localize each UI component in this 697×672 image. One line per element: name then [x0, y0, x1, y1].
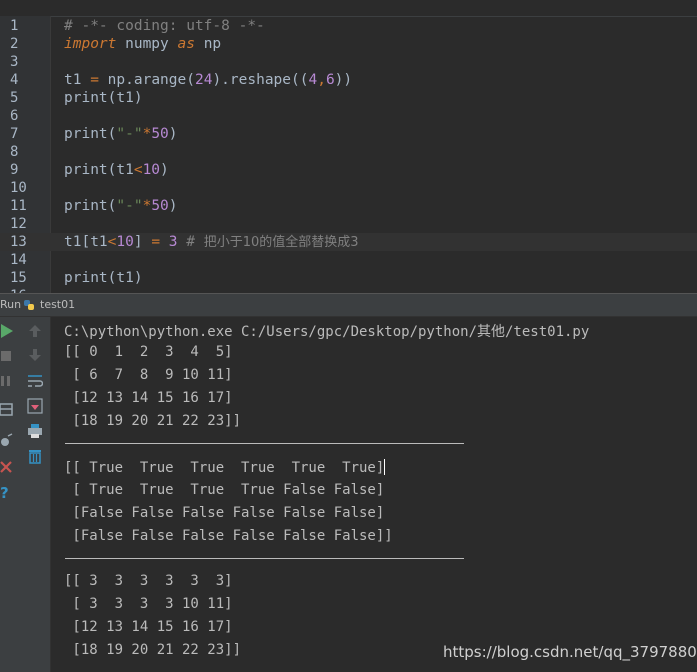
console-output-line: [18 19 20 21 22 23]] [64, 642, 242, 658]
up-arrow-icon[interactable] [27, 323, 43, 339]
code-line[interactable]: 4 t1 = np.arange(24).reshape((4,6)) [0, 71, 697, 89]
console-output-line: [ 6 7 8 9 10 11] [64, 367, 233, 383]
console-output-line: [18 19 20 21 22 23]] [64, 413, 242, 429]
scroll-end-icon[interactable] [27, 398, 43, 414]
code-text: # -*- coding: utf-8 -*- [64, 18, 265, 34]
python-icon [24, 300, 34, 310]
line-number: 8 [10, 144, 19, 160]
editor-header [0, 0, 697, 17]
line-number: 12 [10, 216, 27, 232]
code-line[interactable]: 14 [0, 251, 697, 269]
code-line[interactable]: 8 [0, 143, 697, 161]
code-text: print(t1) [64, 90, 143, 106]
code-text: print("-"*50) [64, 126, 178, 142]
code-text: print(t1<10) [64, 162, 169, 178]
line-number: 14 [10, 252, 27, 268]
line-number: 6 [10, 108, 19, 124]
code-line[interactable]: 2 import numpy as np [0, 35, 697, 53]
line-number: 10 [10, 180, 27, 196]
debug-icon[interactable] [0, 433, 16, 449]
pause-icon[interactable] [0, 373, 16, 389]
soft-wrap-icon[interactable] [27, 373, 43, 389]
stop-icon[interactable] [0, 348, 16, 364]
run-toolbar-primary: ? [0, 317, 20, 672]
console-output-line: [ True True True True False False] [64, 482, 385, 498]
close-icon[interactable] [0, 460, 16, 476]
console-output-line: [[ 3 3 3 3 3 3] [64, 573, 233, 589]
line-number: 7 [10, 126, 19, 142]
console-output-line: [False False False False False False] [64, 505, 385, 521]
run-console-output[interactable]: C:\python\python.exe C:/Users/gpc/Deskto… [51, 317, 697, 672]
code-line[interactable]: 11 print("-"*50) [0, 197, 697, 215]
line-number: 13 [10, 234, 27, 250]
run-toolbar-secondary [20, 317, 51, 672]
help-icon[interactable]: ? [0, 484, 16, 500]
console-output-line: [False False False False False False]] [64, 528, 393, 544]
line-number: 4 [10, 72, 19, 88]
code-line[interactable]: 12 [0, 215, 697, 233]
console-command-line: C:\python\python.exe C:/Users/gpc/Deskto… [64, 324, 590, 340]
svg-text:?: ? [0, 484, 9, 500]
console-output-line: [12 13 14 15 16 17] [64, 619, 233, 635]
line-number: 15 [10, 270, 27, 286]
code-line[interactable]: 13 t1[t1<10] = 3 # 把小于10的值全部替换成3 [0, 233, 697, 251]
watermark: https://blog.csdn.net/qq_37978800 [443, 643, 697, 661]
code-line[interactable]: 1 # -*- coding: utf-8 -*- [0, 17, 697, 35]
run-tab-test01[interactable]: test01 [40, 298, 75, 311]
console-output-line: [ 3 3 3 3 10 11] [64, 596, 233, 612]
code-editor[interactable]: 1 # -*- coding: utf-8 -*- 2 import numpy as… [0, 0, 697, 293]
line-number: 9 [10, 162, 19, 178]
code-lines[interactable]: 1 # -*- coding: utf-8 -*- 2 import numpy as… [0, 17, 697, 293]
console-output-line: [12 13 14 15 16 17] [64, 390, 233, 406]
run-tool-window-header: Run test01 [0, 293, 697, 317]
run-icon[interactable] [0, 323, 16, 339]
console-output-line: [[ 0 1 2 3 4 5] [64, 344, 233, 360]
line-number: 1 [10, 18, 19, 34]
line-number: 11 [10, 198, 27, 214]
code-line[interactable]: 15 print(t1) [0, 269, 697, 287]
console-separator [65, 558, 464, 559]
console-separator [65, 443, 464, 444]
code-text: t1[t1<10] = 3 # 把小于10的值全部替换成3 [64, 234, 359, 250]
line-number: 5 [10, 90, 19, 106]
layout-icon[interactable] [0, 402, 16, 418]
code-line[interactable]: 7 print("-"*50) [0, 125, 697, 143]
code-text: import numpy as np [64, 36, 222, 52]
console-output-line: [[ True True True True True True] [64, 459, 386, 476]
trash-icon[interactable] [27, 448, 43, 464]
code-line[interactable]: 9 print(t1<10) [0, 161, 697, 179]
code-text: print(t1) [64, 270, 143, 286]
print-icon[interactable] [27, 423, 43, 439]
code-line[interactable]: 6 [0, 107, 697, 125]
line-number: 2 [10, 36, 19, 52]
code-text: t1 = np.arange(24).reshape((4,6)) [64, 72, 353, 88]
down-arrow-icon[interactable] [27, 347, 43, 363]
run-label: Run [0, 298, 22, 311]
code-line[interactable]: 10 [0, 179, 697, 197]
code-text: print("-"*50) [64, 198, 178, 214]
text-caret [384, 459, 386, 475]
line-number: 3 [10, 54, 19, 70]
code-line[interactable]: 3 [0, 53, 697, 71]
code-line[interactable]: 5 print(t1) [0, 89, 697, 107]
